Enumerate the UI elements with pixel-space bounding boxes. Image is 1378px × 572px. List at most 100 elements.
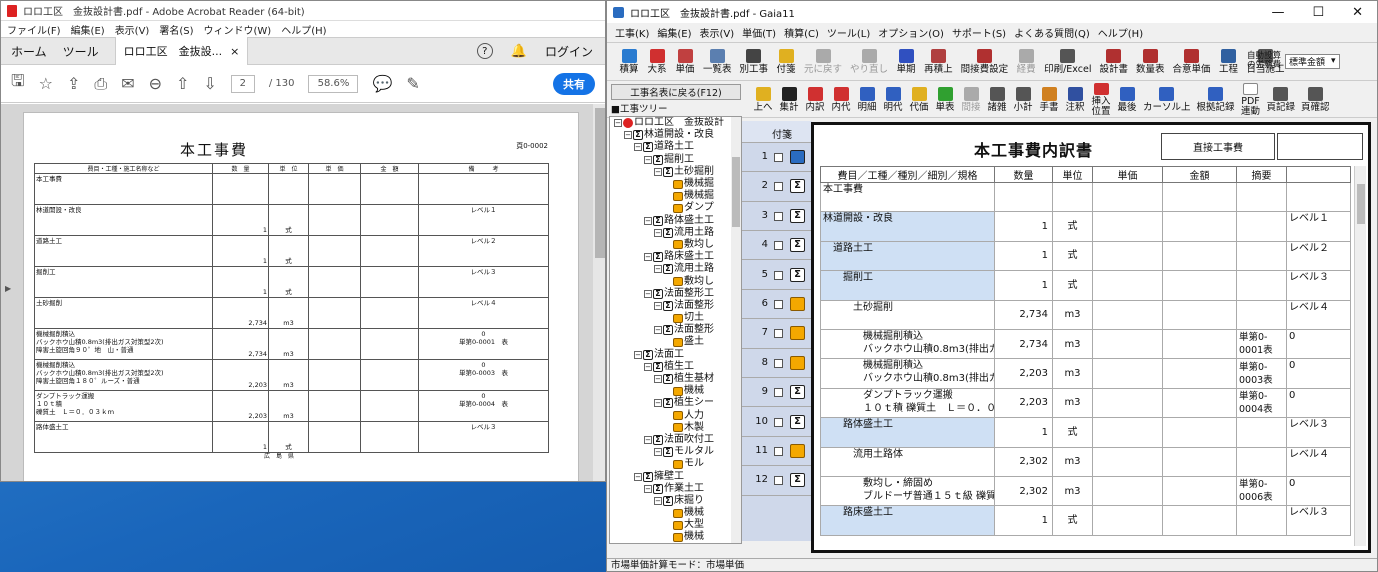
tree-toggle-icon[interactable]: − <box>644 253 652 262</box>
left-panel-toggle-icon[interactable]: ▶ <box>5 284 11 293</box>
toolbar-button[interactable]: 再積上 <box>922 45 955 79</box>
edit-toolbar-button[interactable]: 単表 <box>933 83 957 117</box>
page-down-icon[interactable]: ⇩ <box>203 74 216 93</box>
page-up-icon[interactable]: ⇧ <box>176 74 189 93</box>
tree-toggle-icon[interactable]: − <box>654 301 662 310</box>
tree-node[interactable]: − Σ 法面吹付工 <box>610 434 741 446</box>
page-number-input[interactable]: 2 <box>230 74 255 93</box>
tree-node[interactable]: − Σ 植生基材 <box>610 373 741 385</box>
tree-node[interactable]: − Σ 路体盛土工 <box>610 215 741 227</box>
tree-node[interactable]: 機械掘 <box>610 178 741 190</box>
grid-row[interactable]: 7 <box>742 319 812 349</box>
toolbar-button[interactable]: 印刷/Excel <box>1042 45 1093 79</box>
minimize-button[interactable]: — <box>1271 5 1284 20</box>
breakdown-row[interactable]: 土砂掘削 2,734 m3 レベル４ <box>820 299 1351 330</box>
tree-node[interactable]: − Σ 道路土工 <box>610 141 741 153</box>
toolbar-button[interactable]: 数量表 <box>1134 45 1167 79</box>
tree-node[interactable]: − Σ 流用土路 <box>610 263 741 275</box>
edit-toolbar-button[interactable]: カーソル上 <box>1141 83 1193 117</box>
tree-toggle-icon[interactable]: − <box>654 326 662 335</box>
edit-toolbar-button[interactable]: 手書 <box>1037 83 1061 117</box>
grid-row[interactable]: 11 <box>742 437 812 467</box>
work-tree[interactable]: − ロロ工区 金抜設計 − Σ 林道開設・改良 − Σ 道路土工 − Σ 掘削工 − Σ 土砂掘削 機械掘機… <box>609 116 742 544</box>
tree-toggle-icon[interactable]: − <box>644 289 652 298</box>
gaia-menu-item[interactable]: 工事(K) <box>615 25 649 40</box>
acrobat-menu-item[interactable]: ファイル(F) <box>7 22 61 37</box>
edit-toolbar-button[interactable]: 頁記録 <box>1265 83 1298 117</box>
edit-toolbar-button[interactable]: 内訳 <box>803 83 827 117</box>
tree-node[interactable]: ダンプ <box>610 202 741 214</box>
tree-node[interactable]: 機械 <box>610 531 741 543</box>
edit-toolbar-button[interactable]: 最後 <box>1115 83 1139 117</box>
grid-row[interactable]: 12 Σ <box>742 466 812 496</box>
breakdown-row[interactable]: 流用土路体 2,302 m3 レベル４ <box>820 446 1351 477</box>
edit-toolbar-button[interactable]: 根拠記録 <box>1195 83 1237 117</box>
edit-toolbar-button[interactable]: 明細 <box>855 83 879 117</box>
gaia-menu-item[interactable]: 単価(T) <box>742 25 776 40</box>
grid-row-checkbox[interactable] <box>774 153 783 162</box>
tree-node[interactable]: − Σ 流用土路 <box>610 227 741 239</box>
tree-node[interactable]: 敷均し <box>610 275 741 287</box>
toolbar-button[interactable]: 付箋 <box>774 45 798 79</box>
login-button[interactable]: ログイン <box>545 43 593 60</box>
close-window-button[interactable]: ✕ <box>1352 5 1363 20</box>
help-icon[interactable]: ? <box>476 43 493 59</box>
grid-row[interactable]: 2Σ <box>742 172 812 202</box>
grid-row-checkbox[interactable] <box>774 388 783 398</box>
tree-toggle-icon[interactable]: − <box>644 216 652 225</box>
grid-row-checkbox[interactable] <box>774 300 783 309</box>
toolbar-button[interactable]: 間接費設定 <box>959 45 1011 79</box>
tree-toggle-icon[interactable]: − <box>654 448 662 457</box>
grid-row-checkbox[interactable] <box>774 447 783 456</box>
tree-toggle-icon[interactable]: − <box>634 472 642 481</box>
zoom-out-icon[interactable]: ⊖ <box>149 74 162 93</box>
acrobat-menu-item[interactable]: 署名(S) <box>159 22 193 37</box>
grid-row-checkbox[interactable] <box>774 241 783 251</box>
toolbar-button[interactable]: 一覧表 <box>701 45 734 79</box>
tree-toggle-icon[interactable]: − <box>654 265 662 274</box>
tree-toggle-icon[interactable]: − <box>644 435 652 444</box>
gaia-menu-item[interactable]: ヘルプ(H) <box>1098 25 1143 40</box>
tree-toggle-icon[interactable]: − <box>644 484 652 493</box>
grid-row[interactable]: 6 <box>742 290 812 320</box>
gaia-menu-item[interactable]: 表示(V) <box>700 25 735 40</box>
pdf-vertical-scrollbar[interactable] <box>593 104 605 481</box>
breakdown-row[interactable]: 路床盛土工 1 式 レベル３ <box>820 505 1351 536</box>
tab-document[interactable]: ロロ工区 金抜設... × <box>114 37 249 65</box>
grid-row-checkbox[interactable] <box>774 270 783 280</box>
share-button[interactable]: 共有 <box>553 72 595 95</box>
comment-icon[interactable]: 💬 <box>372 74 392 93</box>
labor-select[interactable]: 標準金額 ▾ <box>1285 53 1340 69</box>
tree-toggle-icon[interactable]: − <box>654 496 662 505</box>
tree-node[interactable]: − Σ 法面整形 <box>610 324 741 336</box>
acrobat-menu-item[interactable]: ヘルプ(H) <box>281 22 326 37</box>
gaia-menu-item[interactable]: 編集(E) <box>657 25 691 40</box>
bookmark-star-icon[interactable]: ☆ <box>39 74 53 93</box>
tree-toggle-icon[interactable]: − <box>614 119 622 128</box>
maximize-button[interactable]: ☐ <box>1312 5 1324 20</box>
close-tab-icon[interactable]: × <box>230 45 239 58</box>
breakdown-row[interactable]: 林道開設・改良 1 式 レベル１ <box>820 211 1351 242</box>
breakdown-sheet[interactable]: 本工事費内訳書 直接工事費 費目／工種／種別／細別／規格 数量 単位 単価 金額 摘要 本… <box>811 122 1371 553</box>
tree-node[interactable]: モル <box>610 458 741 470</box>
sign-pen-icon[interactable]: ✎ <box>406 74 419 93</box>
tree-node[interactable]: − Σ 植生工 <box>610 361 741 373</box>
tree-node[interactable]: − Σ 土砂掘削 <box>610 166 741 178</box>
tree-toggle-icon[interactable]: − <box>634 350 642 359</box>
tree-node[interactable]: 切土 <box>610 312 741 324</box>
breakdown-row[interactable]: 掘削工 1 式 レベル３ <box>820 270 1351 301</box>
toolbar-button[interactable]: 設計書 <box>1097 45 1130 79</box>
back-to-project-list-button[interactable]: 工事名表に戻る(F12) <box>611 84 741 100</box>
breakdown-row[interactable]: ダンプトラック運搬 １０ｔ積 礫質土 Ｌ＝０．０ 2,203 m3 単第0- 0004… <box>820 387 1351 419</box>
breakdown-row[interactable]: 本工事費 <box>820 181 1351 213</box>
tree-node[interactable]: − Σ 床掘り <box>610 495 741 507</box>
tree-node[interactable]: − Σ 植生シー <box>610 397 741 409</box>
gaia-menu-item[interactable]: 積算(C) <box>784 25 819 40</box>
grid-row[interactable]: 10 Σ <box>742 408 812 437</box>
tree-node[interactable]: 人力 <box>610 410 741 422</box>
tree-node[interactable]: 盛土 <box>610 336 741 348</box>
edit-toolbar-button[interactable]: 諸雑 <box>985 83 1009 117</box>
edit-toolbar-button[interactable]: 挿入 位置 <box>1089 82 1113 117</box>
zoom-select[interactable]: 58.6% <box>308 74 359 93</box>
gaia-menu-item[interactable]: オプション(O) <box>878 25 944 40</box>
